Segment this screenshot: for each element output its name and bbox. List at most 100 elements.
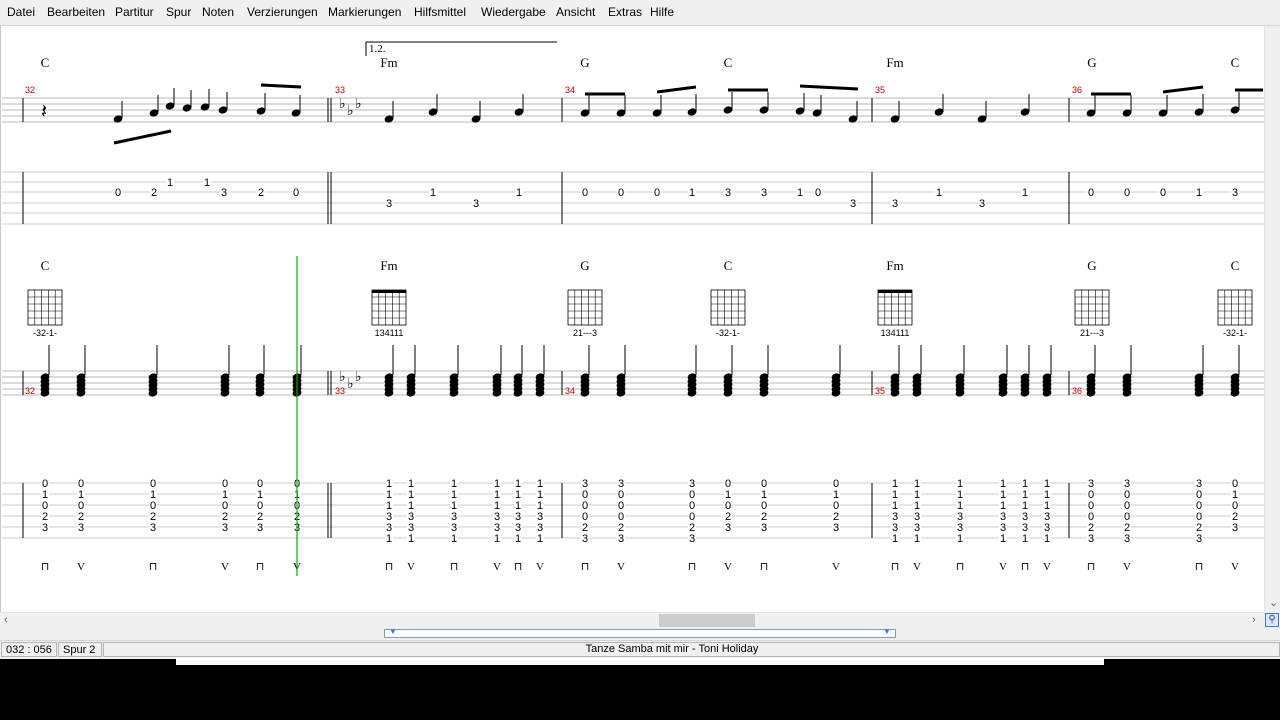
chord-fingering: 21---3 [573, 328, 597, 338]
tab-number: 1 [204, 177, 210, 189]
chord-name: G [580, 55, 589, 70]
strum-direction: ⊓ [1195, 561, 1204, 573]
tab-number: 0 [815, 187, 821, 199]
tab-number: 3 [42, 522, 48, 534]
menu-noten[interactable]: Noten [202, 5, 234, 19]
menu-wiedergabe[interactable]: Wiedergabe [481, 5, 546, 19]
scroll-left-icon[interactable]: ‹ [4, 614, 8, 626]
tab-number: 3 [725, 522, 731, 534]
tab-number: 1 [515, 533, 521, 545]
strum-direction: V [1043, 561, 1051, 573]
chord-name: Fm [380, 55, 397, 70]
scrollbar-thumb[interactable] [659, 614, 755, 627]
tab-number: 3 [78, 522, 84, 534]
chord-name: C [41, 55, 50, 70]
track-position-strip[interactable]: ▼ ▼ [384, 627, 896, 638]
tab-number: 3 [850, 198, 856, 210]
chord-diagram [567, 289, 603, 326]
tab-number: 3 [473, 198, 479, 210]
tab-number: 2 [151, 187, 157, 199]
left-marker-icon[interactable]: ▼ [389, 627, 397, 636]
tab-number: 0 [1124, 187, 1130, 199]
strum-direction: ⊓ [450, 561, 459, 573]
strum-direction: ⊓ [256, 561, 265, 573]
vertical-scrollbar[interactable]: ⌄ [1264, 26, 1280, 612]
tab-number: 3 [582, 533, 588, 545]
chord-fingering: -32-1- [1223, 328, 1247, 338]
tab-number: 1 [892, 533, 898, 545]
tab-number: 0 [115, 187, 121, 199]
menu-hilfsmittel[interactable]: Hilfsmittel [414, 5, 466, 19]
menu-hilfe[interactable]: Hilfe [650, 5, 674, 19]
score-canvas[interactable]: 32 33 34 35 3632 33 34 35 361.2.C Fm G C Fm G CC Fm G C Fm… [1, 26, 1265, 612]
bottom-strip [176, 658, 1104, 665]
rest-symbol: 𝄽 [41, 101, 47, 123]
tab-number: 1 [494, 533, 500, 545]
menu-spur[interactable]: Spur [166, 5, 191, 19]
measure-number: 36 [1072, 85, 1082, 95]
strum-direction: ⊓ [385, 561, 394, 573]
strum-direction: ⊓ [956, 561, 965, 573]
tab-number: 1 [408, 533, 414, 545]
flat-sign: ♭ [355, 370, 362, 385]
strum-direction: V [493, 561, 501, 573]
score-view[interactable]: 32 33 34 35 36 32 33 34 35 36 1.2. C Fm G C Fm G C C Fm G C Fm… [0, 26, 1265, 612]
menu-extras[interactable]: Extras [608, 5, 642, 19]
measure-number: 32 [25, 85, 35, 95]
strum-direction: V [617, 561, 625, 573]
menu-bearbeiten[interactable]: Bearbeiten [47, 5, 105, 19]
tab-number: 1 [689, 187, 695, 199]
right-marker-icon[interactable]: ▼ [883, 627, 891, 636]
scroll-right-icon[interactable]: › [1252, 614, 1256, 626]
strum-direction: V [407, 561, 415, 573]
zoom-icon[interactable]: ⚲ [1265, 613, 1279, 627]
menu-datei[interactable]: Datei [7, 5, 35, 19]
strum-direction: ⊓ [688, 561, 697, 573]
chord-diagram [710, 289, 746, 326]
tab-number: 0 [1160, 187, 1166, 199]
menu-partitur[interactable]: Partitur [115, 5, 154, 19]
chord-fingering: 134111 [881, 328, 910, 338]
tab-number: 3 [892, 198, 898, 210]
tab-number: 3 [761, 187, 767, 199]
strum-direction: V [221, 561, 229, 573]
tab-number: 0 [582, 187, 588, 199]
chord-name: C [1231, 55, 1240, 70]
tab-number: 0 [293, 187, 299, 199]
tab-number: 1 [1022, 533, 1028, 545]
barre [878, 290, 912, 293]
strum-direction: ⊓ [149, 561, 158, 573]
scroll-down-icon[interactable]: ⌄ [1269, 596, 1278, 609]
strum-direction: ⊓ [1087, 561, 1096, 573]
chord-name: Fm [886, 55, 903, 70]
tab-number: 0 [654, 187, 660, 199]
status-bar: 032 : 056 Spur 2 Tanze Samba mit mir - T… [0, 640, 1280, 659]
menu-ansicht[interactable]: Ansicht [556, 5, 595, 19]
note-beam [656, 85, 697, 94]
tab-number: 1 [957, 533, 963, 545]
chord-diagram [27, 289, 63, 326]
chord-name: C [724, 55, 733, 70]
tab-number: 3 [1088, 533, 1094, 545]
zoom-button[interactable]: ⚲ [1264, 612, 1280, 628]
chord-name: G [1087, 55, 1096, 70]
note-beam [1162, 85, 1204, 94]
menu-verzierungen[interactable]: Verzierungen [247, 5, 318, 19]
horizontal-scrollbar[interactable]: ‹ › [0, 612, 1264, 629]
barre [372, 290, 406, 293]
menubar: Datei Bearbeiten Partitur Spur Noten Verzieru… [0, 0, 1280, 26]
measure-number: 36 [1072, 386, 1082, 396]
tab-number: 1 [936, 187, 942, 199]
flat-sign: ♭ [339, 370, 346, 385]
tab-number: 1 [386, 533, 392, 545]
tab-number: 3 [150, 522, 156, 534]
position-indicator: 032 : 056 [1, 642, 57, 657]
chord-name: Fm [886, 258, 903, 273]
strum-direction: ⊓ [514, 561, 523, 573]
chord-name: G [580, 258, 589, 273]
menu-markierungen[interactable]: Markierungen [328, 5, 401, 19]
strum-direction: V [536, 561, 544, 573]
strum-direction: ⊓ [760, 561, 769, 573]
tab-number: 3 [386, 198, 392, 210]
chord-fingering: -32-1- [33, 328, 57, 338]
